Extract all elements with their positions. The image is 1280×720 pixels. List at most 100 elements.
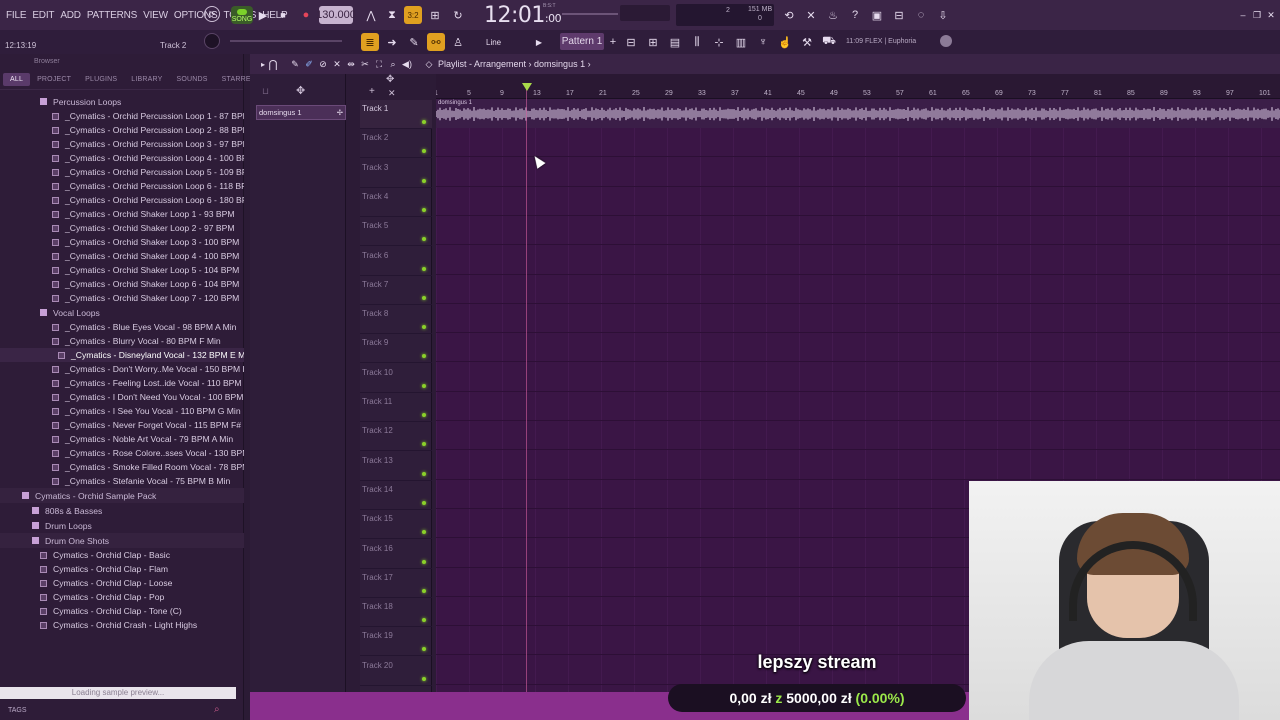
track-lane[interactable] — [436, 187, 1280, 216]
browser-folder[interactable]: 808s & Basses — [0, 503, 244, 518]
browser-file[interactable]: _Cymatics - I Don't Need You Vocal - 100… — [0, 390, 244, 404]
routing-icon[interactable]: ⊹ — [710, 33, 728, 51]
track-enable-led[interactable] — [422, 413, 426, 417]
track-lane[interactable] — [436, 333, 1280, 363]
browser-file[interactable]: Cymatics - Orchid Clap - Loose — [0, 576, 244, 590]
browser-file[interactable]: _Cymatics - Orchid Percussion Loop 2 - 8… — [0, 123, 244, 137]
browser-file[interactable]: _Cymatics - Orchid Percussion Loop 6 - 1… — [0, 179, 244, 193]
track-header[interactable]: Track 3 — [360, 159, 432, 188]
touch-icon[interactable]: ☝ — [776, 33, 794, 51]
browser-file[interactable]: _Cymatics - Never Forget Vocal - 115 BPM… — [0, 418, 244, 432]
browser-file[interactable]: Cymatics - Orchid Clap - Tone (C) — [0, 604, 244, 618]
song-mode-toggle[interactable]: SONG — [231, 6, 253, 24]
browser-tab[interactable]: PROJECT — [30, 73, 78, 86]
add-pattern-icon[interactable]: + — [604, 33, 622, 51]
browser-list[interactable]: Percussion Loops _Cymatics - Orchid Percu… — [0, 94, 244, 686]
track-header[interactable]: Track 12 — [360, 422, 432, 452]
picker-item[interactable]: domsingus 1 ✢ — [256, 105, 346, 120]
track-header[interactable]: Track 8 — [360, 305, 432, 335]
track-header[interactable]: Track 9 — [360, 334, 432, 364]
blend-notes-icon[interactable]: ⊞ — [426, 6, 444, 24]
browser-file[interactable]: _Cymatics - Orchid Percussion Loop 4 - 1… — [0, 151, 244, 165]
globe-icon[interactable] — [940, 35, 952, 47]
playhead-line[interactable] — [526, 86, 527, 692]
track-enable-led[interactable] — [422, 559, 426, 564]
track-enable-led[interactable] — [422, 120, 426, 124]
playback-mode-icon[interactable]: ⟳ — [204, 6, 220, 22]
play-icon[interactable]: ▶ — [254, 6, 272, 24]
piano-roll-icon[interactable]: ⊞ — [644, 33, 662, 51]
track-header[interactable]: Track 6 — [360, 247, 432, 276]
browser-file[interactable]: _Cymatics - Orchid Percussion Loop 3 - 9… — [0, 137, 244, 151]
track-enable-led[interactable] — [422, 500, 426, 505]
browser-file[interactable]: _Cymatics - Don't Worry..Me Vocal - 150 … — [0, 362, 244, 376]
track-header[interactable]: Track 2 — [360, 129, 432, 159]
track-lane[interactable] — [436, 128, 1280, 158]
stamp-icon[interactable]: ♙ — [449, 33, 467, 51]
link-icon[interactable]: ⚯ — [427, 33, 445, 51]
plugin-icon[interactable]: ⊟ — [890, 6, 908, 24]
track-enable-led[interactable] — [422, 588, 426, 593]
track-enable-led[interactable] — [422, 207, 426, 212]
track-lane[interactable] — [436, 363, 1280, 392]
track-enable-led[interactable] — [422, 178, 426, 183]
browser-folder[interactable]: Cymatics - Orchid Sample Pack — [0, 488, 244, 503]
save-icon[interactable]: ▣ — [868, 6, 886, 24]
track-enable-led[interactable] — [422, 471, 426, 476]
playback-tool-icon[interactable]: ◀) — [398, 55, 416, 73]
track-enable-led[interactable] — [422, 354, 426, 359]
track-header[interactable]: Track 18 — [360, 598, 432, 628]
arrow-right-icon[interactable]: ➜ — [383, 33, 401, 51]
browser-file[interactable]: _Cymatics - Blurry Vocal - 80 BPM F Min — [0, 334, 244, 348]
picker-move-icon[interactable]: ✥ — [296, 84, 305, 97]
menu-item[interactable]: EDIT — [32, 10, 54, 21]
track-header[interactable]: Track 16 — [360, 540, 432, 569]
track-enable-led[interactable] — [422, 237, 426, 242]
track-lane[interactable] — [436, 392, 1280, 421]
browser-file[interactable]: _Cymatics - Orchid Percussion Loop 6 - 1… — [0, 193, 244, 207]
browser-file[interactable]: _Cymatics - Orchid Shaker Loop 3 - 100 B… — [0, 235, 244, 249]
browser-file[interactable]: _Cymatics - Orchid Shaker Loop 1 - 93 BP… — [0, 207, 244, 221]
track-enable-led[interactable] — [422, 149, 426, 154]
track-enable-led[interactable] — [422, 676, 426, 681]
step-edit-icon[interactable]: 3:2 — [404, 6, 422, 24]
browser-file[interactable]: Cymatics - Orchid Clap - Flam — [0, 562, 244, 576]
browser-file[interactable]: _Cymatics - Stefanie Vocal - 75 BPM B Mi… — [0, 474, 244, 488]
magnet-icon[interactable]: ⋂ — [264, 55, 282, 73]
track-header[interactable]: Track 11 — [360, 393, 432, 422]
browser-file[interactable]: Cymatics - Orchid Crash - Light Highs — [0, 618, 244, 632]
track-header[interactable]: Track 1 — [360, 100, 432, 129]
close-icon[interactable]: ✕ — [1262, 6, 1280, 24]
track-lane[interactable] — [436, 421, 1280, 451]
browser-file[interactable]: _Cymatics - Blue Eyes Vocal - 98 BPM A M… — [0, 320, 244, 334]
track-header[interactable]: Track 5 — [360, 217, 432, 247]
metronome-icon[interactable]: ⋀ — [362, 6, 380, 24]
browser-tab[interactable]: PLUGINS — [78, 73, 124, 86]
search-icon[interactable]: ⌕ — [214, 704, 220, 715]
close-tracks-icon[interactable]: ✕ — [388, 88, 396, 99]
menu-item[interactable]: ADD — [60, 10, 81, 21]
browser-file[interactable]: _Cymatics - I See You Vocal - 110 BPM G … — [0, 404, 244, 418]
track-header[interactable]: Track 10 — [360, 364, 432, 393]
record-icon[interactable]: ● — [297, 6, 315, 24]
browser-file[interactable]: _Cymatics - Orchid Percussion Loop 5 - 1… — [0, 165, 244, 179]
tags-label[interactable]: TAGS — [8, 707, 27, 714]
browser-folder[interactable]: Vocal Loops — [0, 305, 244, 320]
track-lane[interactable] — [436, 158, 1280, 187]
track-header[interactable]: Track 7 — [360, 276, 432, 305]
browser-file[interactable]: _Cymatics - Disneyland Vocal - 132 BPM E… — [0, 348, 244, 362]
menu-item[interactable]: FILE — [6, 10, 27, 21]
snap-select[interactable]: Line — [480, 35, 530, 49]
browser-tab[interactable]: LIBRARY — [124, 73, 169, 86]
browser-file[interactable]: _Cymatics - Orchid Shaker Loop 6 - 104 B… — [0, 277, 244, 291]
browser-folder[interactable]: Percussion Loops — [0, 94, 244, 109]
browser-file[interactable]: _Cymatics - Rose Colore..sses Vocal - 13… — [0, 446, 244, 460]
loop-record-icon[interactable]: ↻ — [449, 6, 467, 24]
playhead-marker[interactable] — [522, 83, 532, 91]
menu-item[interactable]: PATTERNS — [87, 10, 137, 21]
pitch-knob[interactable] — [204, 33, 220, 49]
track-header[interactable]: Track 19 — [360, 627, 432, 657]
playlist-window-icon[interactable]: ⊟ — [622, 33, 640, 51]
track-lane[interactable] — [436, 304, 1280, 334]
move-tracks-icon[interactable]: ✥ — [386, 74, 394, 85]
